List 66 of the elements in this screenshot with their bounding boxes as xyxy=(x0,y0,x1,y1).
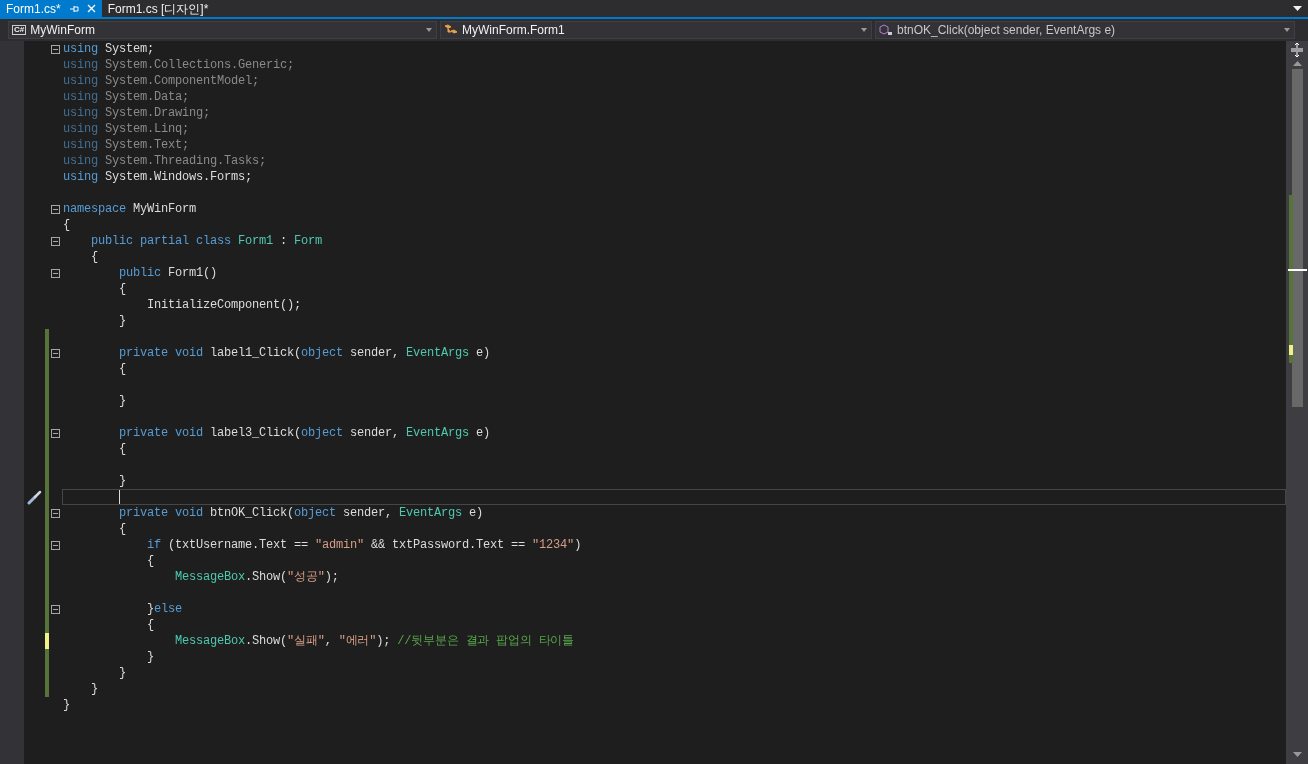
file-tab[interactable]: Form1.cs* xyxy=(0,0,102,17)
code-line: using System.Collections.Generic; xyxy=(63,57,295,73)
code-line: using System.Text; xyxy=(63,137,190,153)
code-line: private void btnOK_Click(object sender, EventArgs e) xyxy=(118,505,484,521)
code-line: using System.Drawing; xyxy=(63,105,211,121)
class-icon xyxy=(444,24,458,36)
code-line: using System; xyxy=(63,41,155,57)
collapse-icon[interactable] xyxy=(51,540,60,550)
code-line: } xyxy=(118,665,126,681)
collapse-icon[interactable] xyxy=(51,604,60,614)
code-line: } xyxy=(118,393,126,409)
navigation-dropdown[interactable]: MyWinForm.Form1 xyxy=(440,21,872,39)
code-line: using System.Data; xyxy=(63,89,190,105)
caret-icon xyxy=(860,26,868,34)
code-line: { xyxy=(146,617,154,633)
code-line: } xyxy=(63,697,70,713)
code-line: { xyxy=(118,281,126,297)
collapse-icon[interactable] xyxy=(51,268,60,278)
code-line: public Form1() xyxy=(118,265,218,281)
collapse-icon[interactable] xyxy=(51,508,60,518)
code-line: using System.ComponentModel; xyxy=(63,73,260,89)
code-line: { xyxy=(118,441,126,457)
code-line: MessageBox.Show("실패", "에러"); //뒷부분은 결과 팝업의 타이틀 xyxy=(174,633,574,649)
caret-icon xyxy=(425,26,433,34)
code-line: { xyxy=(146,553,154,569)
scroll-up-icon[interactable] xyxy=(1292,61,1302,66)
code-line: }else xyxy=(146,601,183,617)
tab-list-icon[interactable] xyxy=(1293,5,1302,12)
code-line: } xyxy=(146,649,154,665)
code-line: namespace MyWinForm xyxy=(63,201,197,217)
code-line: using System.Windows.Forms; xyxy=(63,169,253,185)
code-line: MessageBox.Show("성공"); xyxy=(174,569,339,585)
class-name: MyWinForm.Form1 xyxy=(462,22,565,39)
navigation-dropdown[interactable]: btnOK_Click(object sender, EventArgs e) xyxy=(875,21,1295,39)
collapse-icon[interactable] xyxy=(51,428,60,438)
code-line: { xyxy=(118,521,126,537)
collapse-icon[interactable] xyxy=(51,204,60,214)
scroll-down-icon[interactable] xyxy=(1292,752,1302,757)
text-cursor xyxy=(119,490,120,504)
code-line: InitializeComponent(); xyxy=(146,297,302,313)
member-name: btnOK_Click(object sender, EventArgs e) xyxy=(897,22,1116,39)
method-icon xyxy=(879,24,893,36)
close-icon[interactable] xyxy=(86,4,96,13)
tab-label: Form1.cs* xyxy=(6,0,61,18)
code-line: { xyxy=(90,249,98,265)
csharp-icon: C# xyxy=(12,25,27,35)
navigation-dropdown[interactable]: C# MyWinForm xyxy=(8,21,437,39)
split-icon[interactable] xyxy=(1290,42,1304,58)
code-line: private void label3_Click(object sender, EventArgs e) xyxy=(118,425,491,441)
caret-icon xyxy=(1283,26,1291,34)
collapse-icon[interactable] xyxy=(51,44,60,54)
code-line: { xyxy=(118,361,126,377)
collapse-icon[interactable] xyxy=(51,348,60,358)
code-line: } xyxy=(118,313,126,329)
code-line: if (txtUsername.Text == "admin" && txtPassword.Text == "1234") xyxy=(146,537,582,553)
code-line: using System.Threading.Tasks; xyxy=(63,153,267,169)
code-line: } xyxy=(90,681,98,697)
code-line: } xyxy=(118,473,126,489)
collapse-icon[interactable] xyxy=(51,236,60,246)
pin-icon[interactable] xyxy=(68,4,79,13)
code-line: { xyxy=(63,217,70,233)
code-line: public partial class Form1 : Form xyxy=(90,233,323,249)
code-line: using System.Linq; xyxy=(63,121,190,137)
code-line: private void label1_Click(object sender, EventArgs e) xyxy=(118,345,491,361)
project-name: MyWinForm xyxy=(30,22,95,39)
screwdriver-icon[interactable] xyxy=(26,489,43,505)
